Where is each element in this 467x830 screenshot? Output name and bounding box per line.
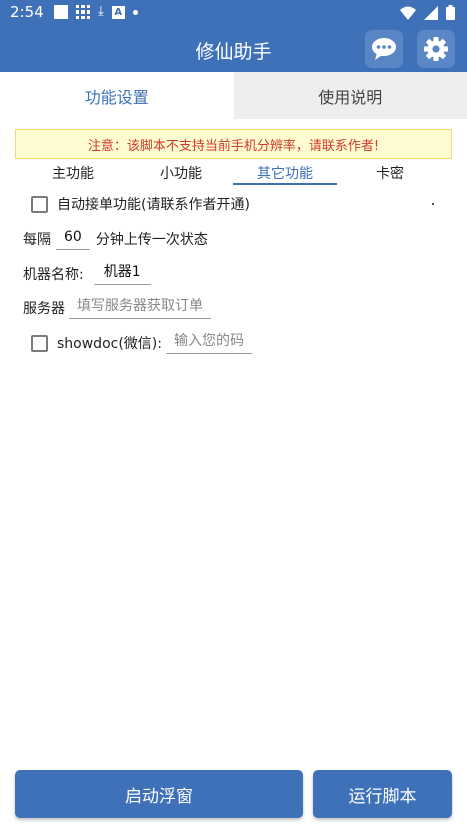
subtab-main[interactable]: 主功能 (21, 163, 125, 183)
dot-mark (432, 203, 434, 205)
chat-icon (372, 38, 396, 60)
tab-usage-instructions[interactable]: 使用说明 (233, 72, 467, 119)
square-icon (54, 5, 68, 19)
interval-prefix: 每隔 (23, 232, 51, 248)
settings-button[interactable] (417, 30, 455, 68)
tab-function-settings[interactable]: 功能设置 (0, 72, 234, 119)
auto-order-row: 自动接单功能(请联系作者开通) (31, 194, 250, 214)
signal-icon (424, 5, 438, 20)
showdoc-checkbox[interactable] (31, 334, 48, 352)
gear-icon (424, 37, 448, 61)
subtab-small[interactable]: 小功能 (129, 163, 233, 183)
active-subtab-indicator (233, 183, 337, 185)
wifi-icon (400, 6, 416, 20)
chat-button[interactable] (365, 30, 403, 68)
machine-name-input[interactable]: 机器1 (93, 263, 151, 285)
resolution-warning: 注意：该脚本不支持当前手机分辨率，请联系作者! (15, 129, 452, 159)
grid-icon (76, 5, 90, 19)
server-row: 服务器 填写服务器获取订单 (23, 296, 211, 320)
interval-suffix: 分钟上传一次状态 (95, 232, 208, 248)
showdoc-label: showdoc(微信): (57, 336, 162, 352)
run-script-button[interactable]: 运行脚本 (313, 770, 452, 818)
showdoc-input[interactable]: 输入您的码 (165, 332, 252, 354)
download-icon: ⤓ (98, 4, 104, 19)
machine-name-row: 机器名称: 机器1 (23, 262, 151, 286)
sub-tabs: 主功能 小功能 其它功能 卡密 (15, 160, 452, 186)
server-input[interactable]: 填写服务器获取订单 (69, 297, 211, 319)
status-icons-left: ⤓ A (54, 4, 138, 20)
main-tabs: 功能设置 使用说明 (0, 72, 467, 119)
dot-icon (132, 9, 138, 15)
interval-input[interactable]: 60 (56, 228, 90, 250)
app-bar: 修仙助手 (0, 26, 467, 72)
status-bar: 2:54 ⤓ A (0, 0, 467, 26)
showdoc-row: showdoc(微信): 输入您的码 (31, 331, 252, 355)
subtab-card-key[interactable]: 卡密 (338, 163, 442, 183)
battery-icon (446, 5, 455, 20)
machine-name-label: 机器名称: (23, 267, 84, 283)
start-float-window-button[interactable]: 启动浮窗 (15, 770, 303, 818)
status-icons-right (400, 5, 455, 20)
subtab-other[interactable]: 其它功能 (233, 163, 337, 183)
interval-row: 每隔 60 分钟上传一次状态 (23, 227, 208, 251)
a-box-icon: A (111, 5, 125, 19)
auto-order-label: 自动接单功能(请联系作者开通) (57, 197, 250, 213)
status-time: 2:54 (10, 3, 44, 21)
auto-order-checkbox[interactable] (31, 195, 48, 213)
server-label: 服务器 (23, 301, 65, 317)
